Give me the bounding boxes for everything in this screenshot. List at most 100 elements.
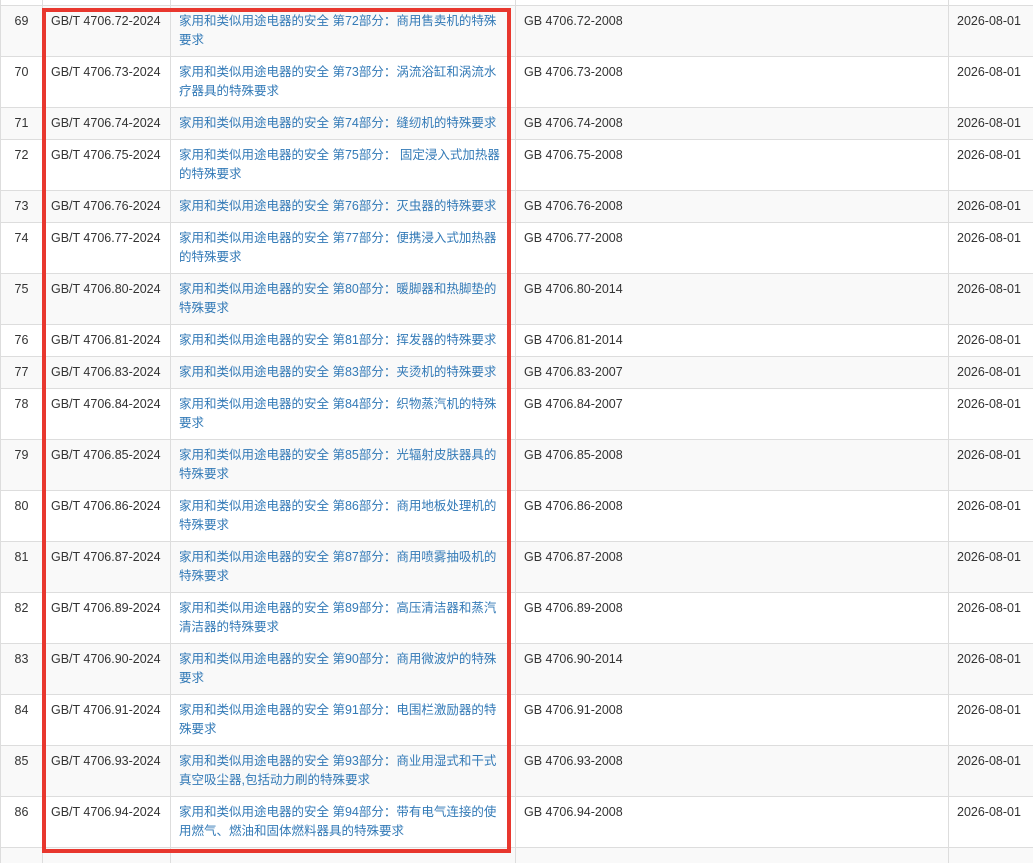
standard-title-cell: 家用和类似用途电器的安全 第94部分：带有电气连接的使用燃气、燃油和固体燃料器具… (171, 797, 516, 848)
replaced-standard-cell: GB 4706.91-2008 (516, 695, 949, 746)
replaced-standard-cell: GB 4706.73-2008 (516, 57, 949, 108)
standard-number-cell: GB/T 4706.76-2024 (43, 191, 171, 223)
standard-title-cell: 家用和类似用途电器的安全 第75部分： 固定浸入式加热器的特殊要求 (171, 140, 516, 191)
standards-table-body: 69GB/T 4706.72-2024家用和类似用途电器的安全 第72部分：商用… (1, 0, 1033, 863)
standard-title-cell: 家用和类似用途电器的安全 第81部分：挥发器的特殊要求 (171, 325, 516, 357)
standard-title-link[interactable]: 家用和类似用途电器的安全 第76部分：灭虫器的特殊要求 (179, 199, 496, 213)
replaced-standard-cell: GB 4706.74-2008 (516, 108, 949, 140)
row-index-cell: 81 (1, 542, 43, 593)
standard-title-link[interactable]: 家用和类似用途电器的安全 第83部分：夹烫机的特殊要求 (179, 365, 496, 379)
standards-table: 69GB/T 4706.72-2024家用和类似用途电器的安全 第72部分：商用… (0, 0, 1033, 863)
standard-number-cell: GB/T 4706.90-2024 (43, 644, 171, 695)
table-row: 78GB/T 4706.84-2024家用和类似用途电器的安全 第84部分：织物… (1, 389, 1033, 440)
implementation-date-cell: 2026-08-01 (949, 357, 1033, 389)
implementation-date-cell: 2026-08-01 (949, 108, 1033, 140)
standard-title-link[interactable]: 家用和类似用途电器的安全 第85部分：光辐射皮肤器具的特殊要求 (179, 448, 496, 481)
standard-title-link[interactable]: 家用和类似用途电器的安全 第73部分：涡流浴缸和涡流水疗器具的特殊要求 (179, 65, 496, 98)
replaced-standard-cell: GB 4706.77-2008 (516, 223, 949, 274)
implementation-date-cell: 2026-08-01 (949, 57, 1033, 108)
row-index-cell: 83 (1, 644, 43, 695)
implementation-date-cell: 2026-08-01 (949, 6, 1033, 57)
standard-title-cell: 家用和类似用途电器的安全 第83部分：夹烫机的特殊要求 (171, 357, 516, 389)
replaced-standard-cell: GB 4706.94-2008 (516, 797, 949, 848)
standard-title-link[interactable]: 家用和类似用途电器的安全 第84部分：织物蒸汽机的特殊要求 (179, 397, 496, 430)
standard-title-link[interactable]: 家用和类似用途电器的安全 第89部分：高压清洁器和蒸汽清洁器的特殊要求 (179, 601, 496, 634)
partial-cell (949, 848, 1033, 863)
standards-table-viewport: 69GB/T 4706.72-2024家用和类似用途电器的安全 第72部分：商用… (0, 0, 1033, 863)
standard-title-cell: 家用和类似用途电器的安全 第77部分：便携浸入式加热器的特殊要求 (171, 223, 516, 274)
standard-number-cell: GB/T 4706.73-2024 (43, 57, 171, 108)
partial-cell (516, 848, 949, 863)
standard-number-cell: GB/T 4706.91-2024 (43, 695, 171, 746)
standard-number-cell: GB/T 4706.72-2024 (43, 6, 171, 57)
standard-number-cell: GB/T 4706.93-2024 (43, 746, 171, 797)
implementation-date-cell: 2026-08-01 (949, 746, 1033, 797)
standard-title-cell: 家用和类似用途电器的安全 第89部分：高压清洁器和蒸汽清洁器的特殊要求 (171, 593, 516, 644)
table-row: 76GB/T 4706.81-2024家用和类似用途电器的安全 第81部分：挥发… (1, 325, 1033, 357)
implementation-date-cell: 2026-08-01 (949, 140, 1033, 191)
standard-title-link[interactable]: 家用和类似用途电器的安全 第77部分：便携浸入式加热器的特殊要求 (179, 231, 496, 264)
table-row: 71GB/T 4706.74-2024家用和类似用途电器的安全 第74部分：缝纫… (1, 108, 1033, 140)
standard-title-link[interactable]: 家用和类似用途电器的安全 第94部分：带有电气连接的使用燃气、燃油和固体燃料器具… (179, 805, 496, 838)
implementation-date-cell: 2026-08-01 (949, 695, 1033, 746)
standard-title-cell: 家用和类似用途电器的安全 第80部分：暖脚器和热脚垫的特殊要求 (171, 274, 516, 325)
standard-number-cell: GB/T 4706.94-2024 (43, 797, 171, 848)
table-row: 82GB/T 4706.89-2024家用和类似用途电器的安全 第89部分：高压… (1, 593, 1033, 644)
row-index-cell: 75 (1, 274, 43, 325)
replaced-standard-cell: GB 4706.84-2007 (516, 389, 949, 440)
implementation-date-cell: 2026-08-01 (949, 644, 1033, 695)
partial-cell (171, 848, 516, 863)
standard-title-link[interactable]: 家用和类似用途电器的安全 第74部分：缝纫机的特殊要求 (179, 116, 496, 130)
row-index-cell: 79 (1, 440, 43, 491)
row-index-cell: 85 (1, 746, 43, 797)
row-index-cell: 86 (1, 797, 43, 848)
replaced-standard-cell: GB 4706.87-2008 (516, 542, 949, 593)
table-row: 69GB/T 4706.72-2024家用和类似用途电器的安全 第72部分：商用… (1, 6, 1033, 57)
standard-title-link[interactable]: 家用和类似用途电器的安全 第75部分： 固定浸入式加热器的特殊要求 (179, 148, 500, 181)
row-index-cell: 74 (1, 223, 43, 274)
table-row: 70GB/T 4706.73-2024家用和类似用途电器的安全 第73部分：涡流… (1, 57, 1033, 108)
standard-title-link[interactable]: 家用和类似用途电器的安全 第81部分：挥发器的特殊要求 (179, 333, 496, 347)
standard-title-link[interactable]: 家用和类似用途电器的安全 第93部分：商业用湿式和干式真空吸尘器,包括动力刷的特… (179, 754, 496, 787)
row-index-cell: 71 (1, 108, 43, 140)
replaced-standard-cell: GB 4706.83-2007 (516, 357, 949, 389)
table-row: 80GB/T 4706.86-2024家用和类似用途电器的安全 第86部分：商用… (1, 491, 1033, 542)
replaced-standard-cell: GB 4706.80-2014 (516, 274, 949, 325)
row-index-cell: 73 (1, 191, 43, 223)
standard-title-cell: 家用和类似用途电器的安全 第86部分：商用地板处理机的特殊要求 (171, 491, 516, 542)
implementation-date-cell: 2026-08-01 (949, 223, 1033, 274)
standard-title-link[interactable]: 家用和类似用途电器的安全 第86部分：商用地板处理机的特殊要求 (179, 499, 496, 532)
table-row: 75GB/T 4706.80-2024家用和类似用途电器的安全 第80部分：暖脚… (1, 274, 1033, 325)
replaced-standard-cell: GB 4706.89-2008 (516, 593, 949, 644)
standard-title-link[interactable]: 家用和类似用途电器的安全 第87部分：商用喷雾抽吸机的特殊要求 (179, 550, 496, 583)
row-index-cell: 84 (1, 695, 43, 746)
replaced-standard-cell: GB 4706.75-2008 (516, 140, 949, 191)
row-index-cell: 82 (1, 593, 43, 644)
standard-title-link[interactable]: 家用和类似用途电器的安全 第90部分：商用微波炉的特殊要求 (179, 652, 496, 685)
replaced-standard-cell: GB 4706.76-2008 (516, 191, 949, 223)
standard-title-link[interactable]: 家用和类似用途电器的安全 第91部分：电围栏激励器的特殊要求 (179, 703, 496, 736)
partial-cell (1, 848, 43, 863)
standard-title-link[interactable]: 家用和类似用途电器的安全 第72部分：商用售卖机的特殊要求 (179, 14, 496, 47)
standard-title-cell: 家用和类似用途电器的安全 第87部分：商用喷雾抽吸机的特殊要求 (171, 542, 516, 593)
table-row: 79GB/T 4706.85-2024家用和类似用途电器的安全 第85部分：光辐… (1, 440, 1033, 491)
table-row: 86GB/T 4706.94-2024家用和类似用途电器的安全 第94部分：带有… (1, 797, 1033, 848)
replaced-standard-cell: GB 4706.85-2008 (516, 440, 949, 491)
implementation-date-cell: 2026-08-01 (949, 274, 1033, 325)
row-index-cell: 78 (1, 389, 43, 440)
row-index-cell: 80 (1, 491, 43, 542)
replaced-standard-cell: GB 4706.86-2008 (516, 491, 949, 542)
standard-title-link[interactable]: 家用和类似用途电器的安全 第80部分：暖脚器和热脚垫的特殊要求 (179, 282, 496, 315)
row-index-cell: 69 (1, 6, 43, 57)
standard-title-cell: 家用和类似用途电器的安全 第93部分：商业用湿式和干式真空吸尘器,包括动力刷的特… (171, 746, 516, 797)
standard-title-cell: 家用和类似用途电器的安全 第76部分：灭虫器的特殊要求 (171, 191, 516, 223)
standard-title-cell: 家用和类似用途电器的安全 第72部分：商用售卖机的特殊要求 (171, 6, 516, 57)
replaced-standard-cell: GB 4706.93-2008 (516, 746, 949, 797)
standard-number-cell: GB/T 4706.85-2024 (43, 440, 171, 491)
standard-title-cell: 家用和类似用途电器的安全 第90部分：商用微波炉的特殊要求 (171, 644, 516, 695)
table-row: 83GB/T 4706.90-2024家用和类似用途电器的安全 第90部分：商用… (1, 644, 1033, 695)
standard-number-cell: GB/T 4706.87-2024 (43, 542, 171, 593)
standard-title-cell: 家用和类似用途电器的安全 第73部分：涡流浴缸和涡流水疗器具的特殊要求 (171, 57, 516, 108)
standard-number-cell: GB/T 4706.84-2024 (43, 389, 171, 440)
standard-number-cell: GB/T 4706.89-2024 (43, 593, 171, 644)
